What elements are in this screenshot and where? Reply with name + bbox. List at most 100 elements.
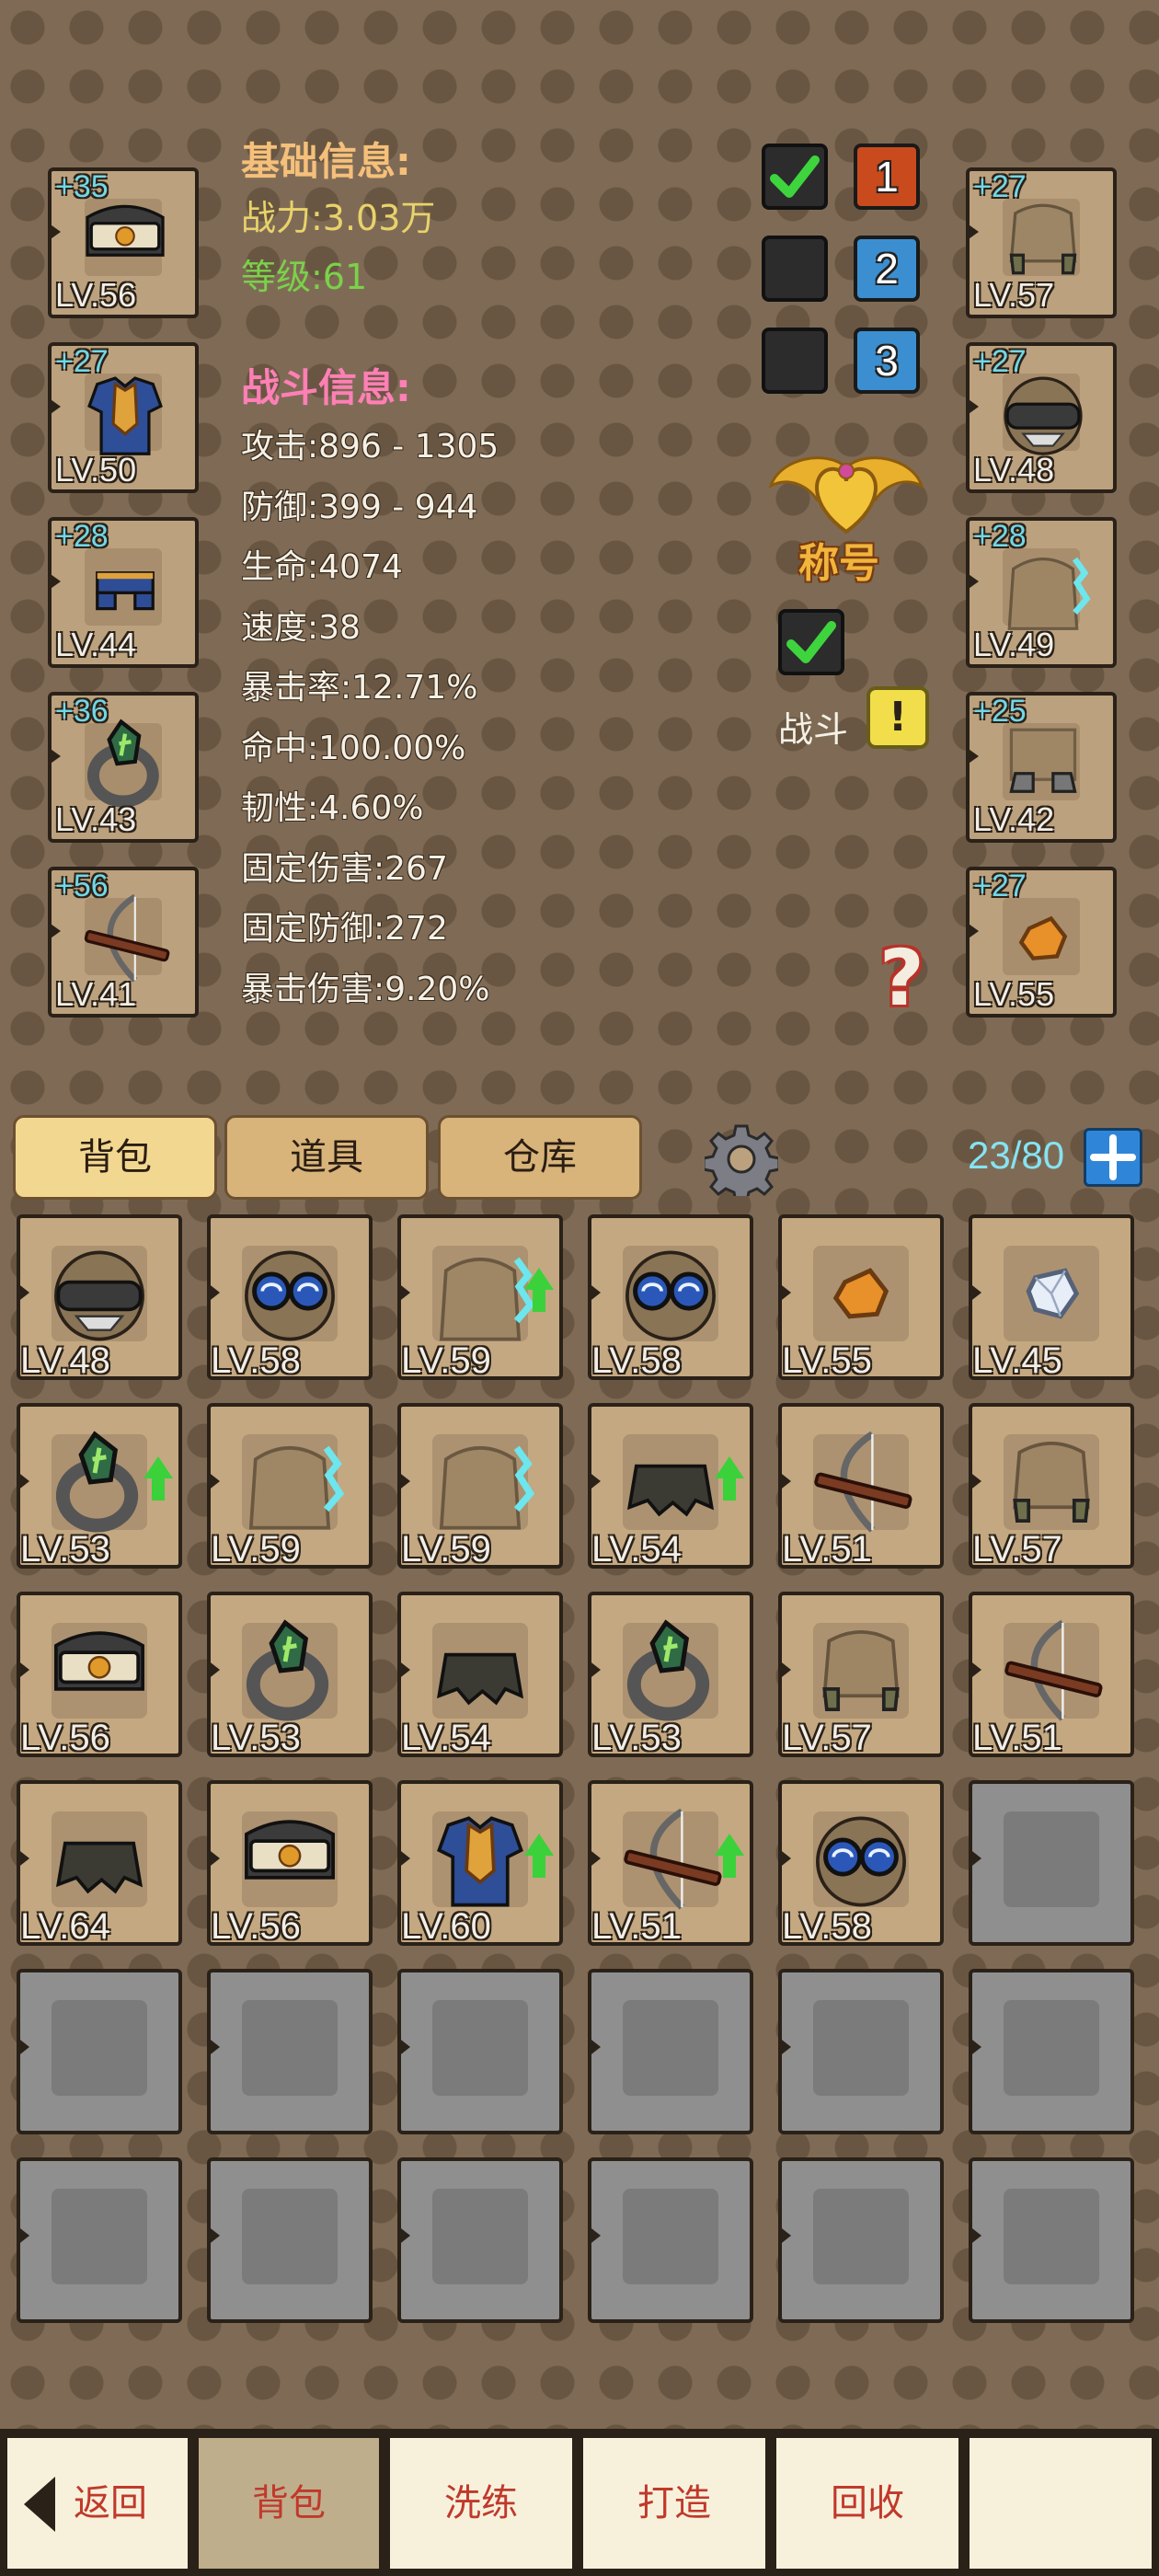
armor-icon <box>423 1802 537 1920</box>
inventory-item[interactable]: LV.51 <box>778 1403 944 1570</box>
inventory-empty-slot[interactable] <box>778 1969 944 2134</box>
slot-notch <box>397 1848 410 1869</box>
item-level: LV.41 <box>55 975 137 1013</box>
right-equipment-slot[interactable]: +27 LV.55 <box>966 867 1117 1018</box>
inventory-item[interactable]: LV.60 <box>397 1780 563 1947</box>
check-icon <box>770 155 820 198</box>
loadout-checkbox[interactable] <box>762 328 828 394</box>
nav-forge[interactable]: 打造 <box>580 2434 769 2572</box>
inventory-item[interactable]: LV.53 <box>588 1592 753 1758</box>
left-equipment-slot[interactable]: +35 LV.56 <box>48 167 199 318</box>
inventory-empty-slot[interactable] <box>207 1969 373 2134</box>
loadout-checkbox[interactable] <box>762 236 828 302</box>
inventory-item[interactable]: LV.55 <box>778 1214 944 1381</box>
right-equipment-slot[interactable]: +28 LV.49 <box>966 517 1117 668</box>
title-display-checkbox[interactable] <box>778 609 844 675</box>
inventory-item[interactable]: LV.58 <box>207 1214 373 1381</box>
inventory-empty-slot[interactable] <box>969 2157 1134 2323</box>
gloves-icon <box>994 1425 1108 1543</box>
item-level: LV.55 <box>782 1340 872 1381</box>
inventory-item[interactable]: LV.59 <box>397 1214 563 1381</box>
cape-icon <box>233 1425 347 1543</box>
inventory-item[interactable]: LV.57 <box>969 1403 1134 1570</box>
inventory-item[interactable]: LV.56 <box>207 1780 373 1947</box>
upgrade-arrow-icon <box>524 1834 554 1878</box>
inventory-empty-slot[interactable] <box>397 1969 563 2134</box>
tab-items[interactable]: 道具 <box>224 1115 429 1200</box>
left-equipment-slot[interactable]: +27 LV.50 <box>48 342 199 493</box>
slot-notch <box>48 922 61 940</box>
loadout-number-button[interactable]: 1 <box>854 144 920 210</box>
loadout-number-button[interactable]: 3 <box>854 328 920 394</box>
settings-button[interactable] <box>702 1122 781 1203</box>
inventory-item[interactable]: LV.53 <box>17 1403 182 1570</box>
inventory-empty-slot[interactable] <box>588 2157 753 2323</box>
exclamation-icon: ! <box>888 694 908 741</box>
inventory-empty-slot[interactable] <box>588 1969 753 2134</box>
tab-bag[interactable]: 背包 <box>13 1115 217 1200</box>
inventory-empty-slot[interactable] <box>969 1780 1134 1946</box>
inventory-item[interactable]: LV.45 <box>969 1214 1134 1381</box>
bow-icon <box>614 1802 728 1920</box>
slot-notch <box>48 747 61 765</box>
item-level: LV.54 <box>401 1718 491 1758</box>
item-level: LV.53 <box>211 1718 301 1758</box>
item-level: LV.56 <box>20 1718 110 1758</box>
item-level: LV.51 <box>591 1906 682 1947</box>
inventory-item[interactable]: LV.54 <box>397 1592 563 1758</box>
inventory-item[interactable]: LV.48 <box>17 1214 182 1381</box>
headband-icon <box>42 1614 156 1731</box>
item-level: LV.58 <box>211 1340 301 1381</box>
inventory-item[interactable]: LV.58 <box>778 1780 944 1947</box>
slot-notch <box>969 2037 981 2057</box>
inventory-item[interactable]: LV.51 <box>588 1780 753 1947</box>
nav-recycle[interactable]: 回收 <box>773 2434 962 2572</box>
left-equipment-slot[interactable]: +36 LV.43 <box>48 692 199 843</box>
upgrade-arrow-icon <box>143 1456 173 1501</box>
inventory-item[interactable]: LV.54 <box>588 1403 753 1570</box>
left-equipment-slot[interactable]: +56 LV.41 <box>48 867 199 1018</box>
inventory-item[interactable]: LV.57 <box>778 1592 944 1758</box>
slot-notch <box>397 2037 410 2057</box>
inventory-item[interactable]: LV.53 <box>207 1592 373 1758</box>
nav-empty-slot[interactable] <box>966 2434 1155 2572</box>
item-level: LV.48 <box>973 451 1055 489</box>
inventory-empty-slot[interactable] <box>207 2157 373 2323</box>
loadout-checkbox[interactable] <box>762 144 828 210</box>
help-button[interactable]: ? <box>879 933 924 1023</box>
enhance-level: +27 <box>973 344 1027 379</box>
nav-refine[interactable]: 洗练 <box>386 2434 576 2572</box>
tab-storage[interactable]: 仓库 <box>438 1115 642 1200</box>
loadout-number-button[interactable]: 2 <box>854 236 920 302</box>
slot-notch <box>966 747 979 765</box>
inventory-item[interactable]: LV.51 <box>969 1592 1134 1758</box>
right-equipment-slot[interactable]: +27 LV.48 <box>966 342 1117 493</box>
left-equipment-slot[interactable]: +28 LV.44 <box>48 517 199 668</box>
right-equipment-slot[interactable]: +27 LV.57 <box>966 167 1117 318</box>
inventory-empty-slot[interactable] <box>17 1969 182 2134</box>
inventory-empty-slot[interactable] <box>778 2157 944 2323</box>
expand-capacity-button[interactable] <box>1084 1128 1142 1187</box>
inventory-item[interactable]: LV.64 <box>17 1780 182 1947</box>
item-level: LV.53 <box>591 1718 682 1758</box>
battle-alert-button[interactable]: ! <box>866 686 929 749</box>
title-badge[interactable]: 称号 <box>762 449 931 587</box>
inventory-item[interactable]: LV.56 <box>17 1592 182 1758</box>
slot-notch <box>207 1471 220 1491</box>
goggles-icon <box>804 1802 918 1920</box>
nav-bag[interactable]: 背包 <box>195 2434 383 2572</box>
inventory-item[interactable]: LV.59 <box>207 1403 373 1570</box>
slot-background <box>52 2000 147 2096</box>
slot-notch <box>207 1848 220 1869</box>
combat-stat: 防御:399 - 944 <box>241 488 478 526</box>
slot-notch <box>17 1471 29 1491</box>
right-equipment-slot[interactable]: +25 LV.42 <box>966 692 1117 843</box>
slot-background <box>1004 2189 1099 2284</box>
back-button[interactable]: 返回 <box>4 2434 191 2572</box>
inventory-empty-slot[interactable] <box>397 2157 563 2323</box>
inventory-empty-slot[interactable] <box>17 2157 182 2323</box>
inventory-item[interactable]: LV.58 <box>588 1214 753 1381</box>
inventory-item[interactable]: LV.59 <box>397 1403 563 1570</box>
combat-stat: 暴击伤害:9.20% <box>241 970 490 1008</box>
inventory-empty-slot[interactable] <box>969 1969 1134 2134</box>
